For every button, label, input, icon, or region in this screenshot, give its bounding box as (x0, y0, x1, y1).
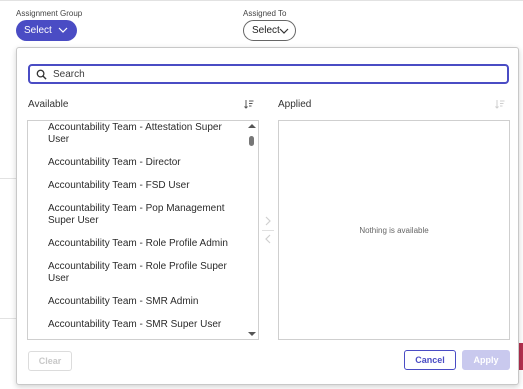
list-item[interactable]: Accountability Team - SMR Admin (28, 291, 246, 314)
assigned-to-value: Select (252, 25, 280, 36)
search-input[interactable] (53, 68, 493, 80)
clear-button[interactable]: Clear (28, 351, 72, 371)
assignment-group-picker: Available Applied Accountability Team - … (16, 47, 519, 385)
list-item[interactable]: Accountability Team - Attestation Super … (28, 121, 246, 152)
scroll-up-icon[interactable] (248, 123, 256, 129)
search-box[interactable] (28, 64, 509, 84)
list-item[interactable]: Accountability Team - Director (28, 152, 246, 175)
list-item[interactable]: Accountability Team - Role Profile Super… (28, 256, 246, 291)
list-item[interactable]: Accountability Team - FSD User (28, 175, 246, 198)
sort-icon (495, 100, 505, 109)
list-item[interactable]: Accountability Team - SMR Super User (28, 314, 246, 337)
search-icon (36, 69, 47, 80)
move-divider (262, 230, 274, 231)
available-list[interactable]: Accountability Team - Attestation Super … (27, 120, 259, 340)
scroll-thumb[interactable] (249, 136, 254, 146)
assignment-group-label: Assignment Group (16, 9, 83, 18)
cancel-button[interactable]: Cancel (404, 350, 456, 370)
applied-list: Nothing is available (278, 120, 510, 340)
assigned-to-label: Assigned To (243, 9, 287, 18)
empty-applied-text: Nothing is available (359, 225, 429, 235)
top-divider (0, 0, 523, 1)
chevron-down-icon (58, 27, 68, 33)
chevron-down-icon (279, 28, 289, 34)
apply-button[interactable]: Apply (462, 350, 510, 370)
assignment-group-value: Select (24, 25, 52, 36)
list-item[interactable]: Accountability Team - Pop Management Sup… (28, 198, 246, 233)
assigned-to-select[interactable]: Select (243, 20, 296, 41)
background-red-accent (519, 343, 523, 370)
applied-title: Applied (278, 99, 312, 110)
available-list-items: Accountability Team - Attestation Super … (28, 121, 246, 337)
available-scrollbar[interactable] (246, 121, 258, 339)
sort-icon[interactable] (244, 99, 254, 109)
background-divider (0, 178, 16, 179)
move-left-icon[interactable] (262, 233, 274, 245)
background-divider (0, 318, 16, 319)
scroll-down-icon[interactable] (248, 331, 256, 337)
assignment-group-select[interactable]: Select (16, 20, 77, 41)
list-item[interactable]: Accountability Team - Role Profile Admin (28, 233, 246, 256)
move-right-icon[interactable] (262, 215, 274, 227)
available-title: Available (28, 99, 69, 110)
